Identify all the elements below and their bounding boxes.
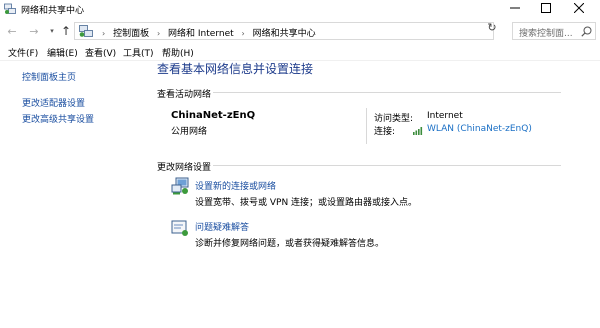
connection-label: 连接:: [374, 127, 396, 137]
maximize-icon: [541, 2, 551, 16]
recent-locations-icon[interactable]: ▾: [47, 24, 57, 38]
access-type-label: 访问类型:: [374, 114, 414, 124]
menu-edit[interactable]: 编辑(E): [47, 46, 78, 59]
menu-file[interactable]: 文件(F): [8, 46, 38, 59]
section-divider: [213, 165, 561, 166]
change-network-settings-label: 更改网络设置: [157, 163, 212, 173]
access-type-value: Internet: [427, 111, 463, 121]
breadcrumb-separator-icon: ›: [102, 29, 106, 38]
refresh-icon[interactable]: ↻: [486, 22, 498, 34]
breadcrumb-network-sharing-center[interactable]: 网络和共享中心: [253, 29, 316, 39]
breadcrumb-control-panel[interactable]: 控制面板: [113, 29, 149, 39]
close-button[interactable]: [562, 0, 596, 18]
search-placeholder: 搜索控制面...: [519, 29, 573, 39]
sidebar-item-change-adapter-settings[interactable]: 更改适配器设置: [22, 96, 85, 109]
sidebar-item-change-advanced-sharing[interactable]: 更改高级共享设置: [22, 112, 94, 125]
breadcrumb-separator-icon: ›: [156, 29, 161, 38]
back-arrow-icon[interactable]: ←: [5, 24, 19, 38]
search-icon[interactable]: [581, 26, 592, 37]
close-icon: [573, 2, 585, 16]
navigation-bar: ← → ▾ ↑ › 控制面板 › 网络和 Internet › 网络和共享中心 …: [0, 19, 600, 43]
network-setup-icon: [171, 177, 189, 195]
minimize-button[interactable]: [498, 0, 532, 18]
section-divider: [213, 92, 561, 93]
breadcrumb-network-internet[interactable]: 网络和 Internet: [168, 29, 234, 39]
breadcrumb-separator-icon: ›: [241, 29, 245, 38]
address-bar[interactable]: › 控制面板 › 网络和 Internet › 网络和共享中心 ▾: [74, 22, 544, 40]
troubleshoot-problems-description: 诊断并修复网络问题，或者获得疑难解答信息。: [195, 239, 385, 249]
network-center-icon: [4, 3, 16, 15]
troubleshoot-problems-link[interactable]: 问题疑难解答: [195, 220, 249, 233]
menu-help[interactable]: 帮助(H): [162, 46, 194, 59]
troubleshoot-icon: [171, 219, 189, 237]
page-title: 查看基本网络信息并设置连接: [157, 62, 314, 76]
network-type-link: 公用网络: [171, 127, 208, 137]
wlan-connection-link[interactable]: WLAN (ChinaNet-zEnQ): [427, 124, 532, 134]
forward-arrow-icon[interactable]: →: [27, 24, 41, 38]
sidebar-item-control-panel-home[interactable]: 控制面板主页: [22, 70, 76, 83]
menu-tools[interactable]: 工具(T): [123, 46, 154, 59]
control-panel-icon: [79, 25, 93, 38]
setup-new-connection-link[interactable]: 设置新的连接或网络: [195, 179, 276, 192]
maximize-button[interactable]: [529, 0, 563, 18]
minimize-icon: [510, 3, 520, 16]
menu-bar: 文件(F) 编辑(E) 查看(V) 工具(T) 帮助(H): [0, 44, 600, 60]
menu-view[interactable]: 查看(V): [85, 46, 116, 59]
breadcrumb: › 控制面板 › 网络和 Internet › 网络和共享中心: [97, 26, 316, 39]
active-networks-label: 查看活动网络: [157, 90, 212, 100]
search-input[interactable]: 搜索控制面...: [512, 22, 596, 40]
network-name: ChinaNet-zEnQ: [171, 110, 256, 121]
window-title: 网络和共享中心: [21, 6, 85, 16]
title-bar: 网络和共享中心: [0, 0, 600, 18]
setup-new-connection-description: 设置宽带、拨号或 VPN 连接；或设置路由器或接入点。: [195, 198, 418, 208]
up-arrow-icon[interactable]: ↑: [59, 24, 73, 38]
wifi-signal-icon: [413, 126, 423, 135]
vertical-divider: [366, 108, 367, 144]
